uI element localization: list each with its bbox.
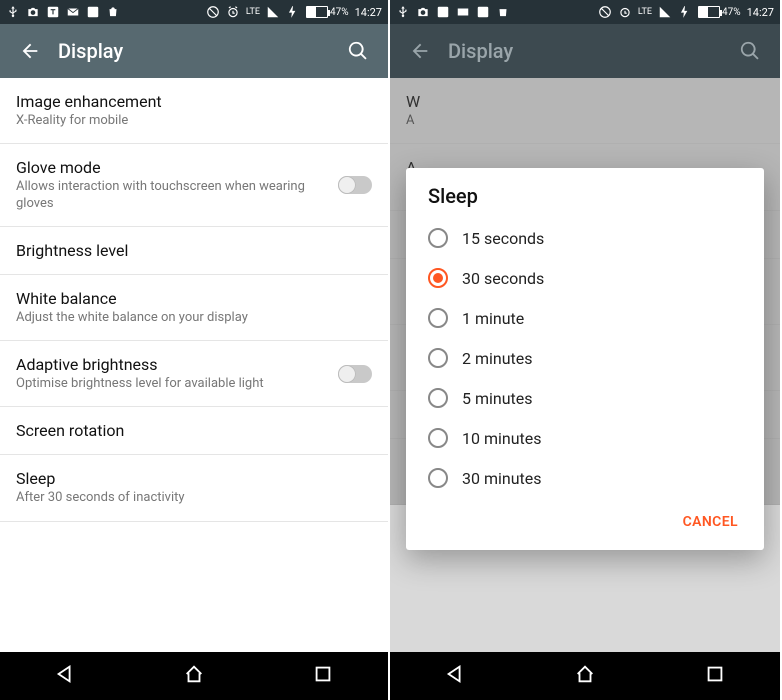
mail-icon — [456, 5, 470, 19]
sleep-dialog: Sleep 15 seconds 30 seconds 1 minute 2 minu… — [406, 168, 764, 550]
radio-label: 10 minutes — [462, 429, 542, 448]
sleep-option-30-seconds[interactable]: 30 seconds — [406, 258, 764, 298]
nav-recent-button[interactable] — [312, 663, 334, 689]
radio-button[interactable] — [428, 388, 448, 408]
radio-label: 30 minutes — [462, 469, 542, 488]
search-button — [730, 31, 770, 71]
setting-subtitle: X-Reality for mobile — [16, 113, 372, 129]
back-button[interactable] — [10, 31, 50, 71]
nav-home-button[interactable] — [574, 663, 596, 689]
setting-title: Screen rotation — [16, 421, 372, 440]
lte-label: LTE — [246, 7, 260, 17]
setting-subtitle: Adjust the white balance on your display — [16, 310, 372, 326]
setting-row-screen-rotation[interactable]: Screen rotation — [0, 407, 388, 455]
setting-title: Sleep — [16, 469, 372, 488]
nav-back-button[interactable] — [54, 663, 76, 689]
radio-label: 2 minutes — [462, 349, 533, 368]
shop-icon — [106, 5, 120, 19]
google-plus-icon — [86, 5, 100, 19]
setting-row-image-enhancement[interactable]: Image enhancement X-Reality for mobile — [0, 78, 388, 144]
status-bar: LTE 47% 14:27 — [0, 0, 388, 24]
camera-icon — [26, 5, 40, 19]
cancel-button[interactable]: CANCEL — [671, 506, 750, 538]
alarm-icon — [618, 5, 632, 19]
radio-label: 5 minutes — [462, 389, 533, 408]
sleep-option-30-minutes[interactable]: 30 minutes — [406, 458, 764, 498]
signal-icon — [658, 5, 672, 19]
radio-button[interactable] — [428, 268, 448, 288]
mail-icon — [66, 5, 80, 19]
radio-button[interactable] — [428, 348, 448, 368]
setting-subtitle: Allows interaction with touchscreen when… — [16, 179, 328, 212]
dialog-title: Sleep — [406, 184, 764, 218]
screen-sleep-dialog: LTE 47% 14:27 Display WAAO liSSASODFont … — [390, 0, 780, 700]
camera-icon — [416, 5, 430, 19]
setting-title: Brightness level — [16, 241, 372, 260]
radio-label: 15 seconds — [462, 229, 544, 248]
radio-button[interactable] — [428, 228, 448, 248]
screen-display-settings: LTE 47% 14:27 Display Image enhancement X… — [0, 0, 390, 700]
shop-icon — [496, 5, 510, 19]
radio-label: 30 seconds — [462, 269, 544, 288]
setting-title: Adaptive brightness — [16, 355, 328, 374]
radio-button[interactable] — [428, 468, 448, 488]
nav-back-button[interactable] — [444, 663, 466, 689]
toggle-switch[interactable] — [338, 365, 372, 383]
no-disturb-icon — [598, 5, 612, 19]
setting-row-sleep[interactable]: Sleep After 30 seconds of inactivity — [0, 455, 388, 521]
setting-title: Glove mode — [16, 158, 328, 177]
nav-home-button[interactable] — [183, 663, 205, 689]
page-title: Display — [448, 39, 730, 63]
signal-icon — [266, 5, 280, 19]
setting-title: Image enhancement — [16, 92, 372, 111]
sleep-option-5-minutes[interactable]: 5 minutes — [406, 378, 764, 418]
google-plus-icon — [476, 5, 490, 19]
no-disturb-icon — [206, 5, 220, 19]
nav-recent-button[interactable] — [704, 663, 726, 689]
setting-subtitle: Optimise brightness level for available … — [16, 376, 328, 392]
sleep-option-2-minutes[interactable]: 2 minutes — [406, 338, 764, 378]
radio-button[interactable] — [428, 428, 448, 448]
bolt-icon — [678, 5, 692, 19]
nav-bar — [0, 652, 388, 700]
radio-label: 1 minute — [462, 309, 524, 328]
usb-icon — [6, 5, 20, 19]
settings-list: Image enhancement X-Reality for mobile Glo… — [0, 78, 388, 652]
usb-icon — [396, 5, 410, 19]
search-button[interactable] — [338, 31, 378, 71]
setting-subtitle: After 30 seconds of inactivity — [16, 490, 372, 506]
clock-label: 14:27 — [747, 6, 774, 19]
sleep-option-1-minute[interactable]: 1 minute — [406, 298, 764, 338]
back-button — [400, 31, 440, 71]
battery-indicator: 47% — [306, 6, 349, 18]
text-icon — [46, 5, 60, 19]
clock-label: 14:27 — [355, 6, 382, 19]
settings-list-dimmed: WAAO liSSASODFont sizeNormal Sleep 15 se… — [390, 78, 780, 652]
battery-indicator: 47% — [698, 6, 741, 18]
toolbar: Display — [0, 24, 388, 78]
setting-row-brightness-level[interactable]: Brightness level — [0, 227, 388, 275]
toggle-switch[interactable] — [338, 176, 372, 194]
setting-title: White balance — [16, 289, 372, 308]
sleep-option-10-minutes[interactable]: 10 minutes — [406, 418, 764, 458]
text-icon — [436, 5, 450, 19]
sleep-option-15-seconds[interactable]: 15 seconds — [406, 218, 764, 258]
nav-bar — [390, 652, 780, 700]
bolt-icon — [286, 5, 300, 19]
setting-row-adaptive-brightness[interactable]: Adaptive brightness Optimise brightness l… — [0, 341, 388, 407]
setting-row-white-balance[interactable]: White balance Adjust the white balance on… — [0, 275, 388, 341]
toolbar: Display — [390, 24, 780, 78]
alarm-icon — [226, 5, 240, 19]
radio-button[interactable] — [428, 308, 448, 328]
lte-label: LTE — [638, 7, 652, 17]
status-bar: LTE 47% 14:27 — [390, 0, 780, 24]
page-title: Display — [58, 39, 338, 63]
setting-row-glove-mode[interactable]: Glove mode Allows interaction with touchs… — [0, 144, 388, 227]
